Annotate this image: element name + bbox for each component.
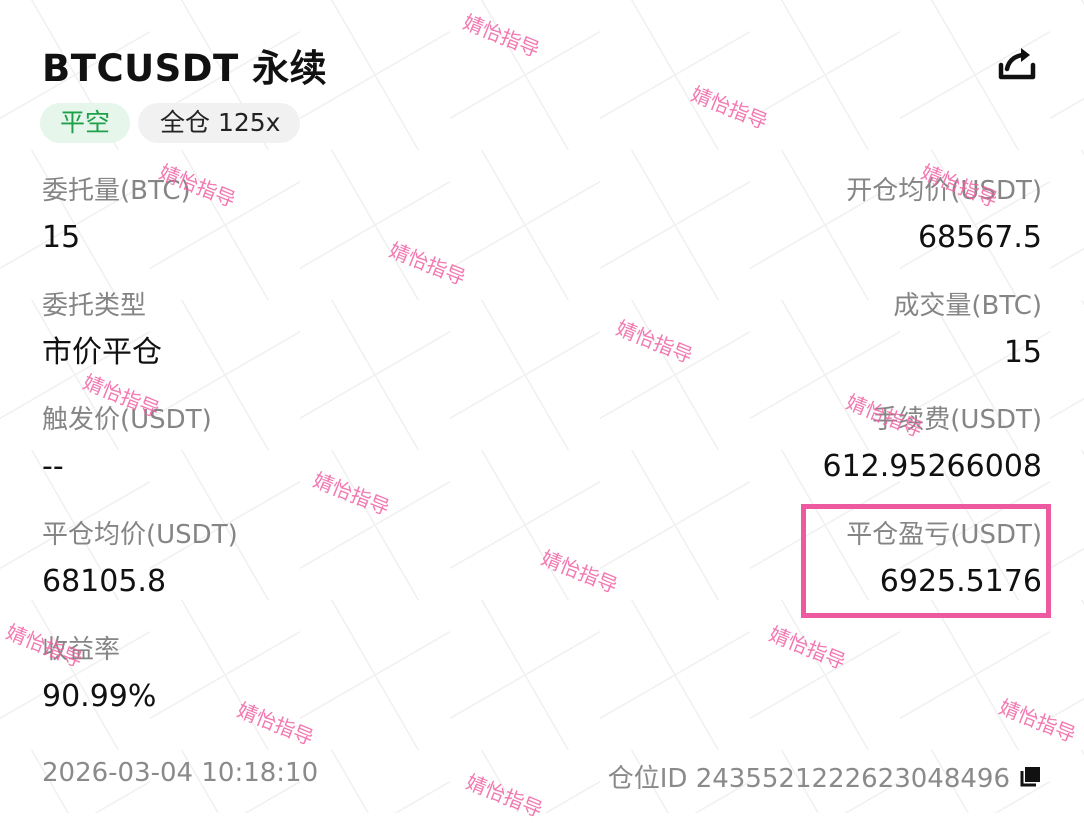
watermark: 婧怡指导 [459, 9, 544, 63]
roi-field: 收益率 90.99% [42, 633, 156, 717]
filled-qty-label: 成交量(BTC) [893, 291, 1042, 321]
copy-icon [1020, 766, 1040, 786]
open-avg-label: 开仓均价(USDT) [846, 176, 1042, 206]
watermark: 婧怡指导 [309, 467, 394, 521]
watermark: 婧怡指导 [995, 694, 1080, 748]
page-title: BTCUSDT 永续 [42, 47, 328, 90]
order-type-field: 委托类型 市价平仓 [42, 289, 162, 373]
filled-qty-field: 成交量(BTC) 15 [893, 289, 1042, 373]
watermark: 婧怡指导 [233, 697, 318, 751]
watermark: 婧怡指导 [687, 81, 772, 135]
close-pnl-label: 平仓盈亏(USDT) [846, 520, 1042, 550]
share-button[interactable] [994, 40, 1040, 86]
trigger-price-field: 触发价(USDT) -- [42, 403, 212, 487]
watermark: 婧怡指导 [765, 621, 850, 675]
fee-label: 手续费(USDT) [872, 405, 1042, 435]
side-tag: 平空 [40, 103, 131, 143]
close-avg-label: 平仓均价(USDT) [42, 520, 238, 550]
copy-button[interactable] [1018, 765, 1042, 789]
position-id-text: 仓位ID 2435521222623048496 [607, 764, 1010, 794]
close-pnl-field: 平仓盈亏(USDT) 6925.5176 [846, 518, 1042, 602]
close-avg-value: 68105.8 [42, 564, 167, 599]
watermark: 婧怡指导 [612, 315, 697, 369]
order-qty-field: 委托量(BTC) 15 [42, 174, 191, 258]
filled-qty-value: 15 [1003, 335, 1042, 370]
watermark: 婧怡指导 [537, 545, 622, 599]
watermark: 婧怡指导 [462, 769, 547, 823]
order-type-value: 市价平仓 [42, 335, 162, 370]
fee-value: 612.95266008 [822, 449, 1043, 484]
trigger-price-value: -- [42, 449, 64, 484]
close-avg-field: 平仓均价(USDT) 68105.8 [42, 518, 238, 602]
order-qty-value: 15 [42, 220, 81, 255]
roi-value: 90.99% [42, 679, 157, 714]
order-timestamp: 2026-03-04 10:18:10 [42, 758, 319, 788]
watermark: 婧怡指导 [385, 237, 470, 291]
open-avg-field: 开仓均价(USDT) 68567.5 [846, 174, 1042, 258]
order-qty-label: 委托量(BTC) [42, 176, 191, 206]
share-icon [998, 48, 1036, 80]
position-id-row: 仓位ID 2435521222623048496 [608, 758, 1042, 795]
trigger-price-label: 触发价(USDT) [42, 405, 212, 435]
margin-tag: 全仓 125x [138, 103, 301, 143]
order-type-label: 委托类型 [42, 291, 147, 321]
open-avg-value: 68567.5 [917, 220, 1042, 255]
close-pnl-value: 6925.5176 [879, 564, 1042, 599]
fee-field: 手续费(USDT) 612.95266008 [823, 403, 1043, 487]
roi-label: 收益率 [42, 635, 121, 665]
tag-row: 平空 全仓 125x [40, 103, 301, 143]
